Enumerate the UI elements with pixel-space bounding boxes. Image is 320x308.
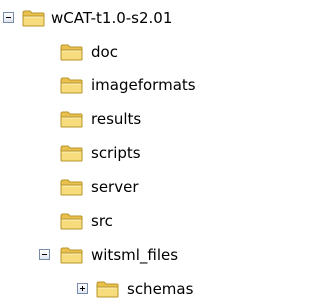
tree-item-label: scripts [91,144,141,162]
tree-item-witsml-files[interactable]: witsml_files [0,243,252,267]
collapse-icon[interactable] [3,12,14,23]
tree-item-label: server [91,178,139,196]
tree-item-src[interactable]: src [0,209,252,233]
collapse-icon[interactable] [39,249,50,260]
folder-icon [60,144,83,162]
tree-item-label: imageformats [91,76,196,94]
folder-icon [60,76,83,94]
tree-item-results[interactable]: results [0,107,252,131]
tree-item-root[interactable]: wCAT-t1.0-s2.01 [0,6,252,30]
folder-icon [60,246,83,264]
folder-icon [60,178,83,196]
tree-item-label: schemas [127,280,194,298]
tree-item-doc[interactable]: doc [0,40,252,64]
folder-icon [22,9,45,27]
expand-icon[interactable] [77,283,88,294]
folder-icon [96,280,119,298]
tree-item-schemas[interactable]: schemas [0,277,252,301]
folder-icon [60,110,83,128]
tree-item-label: results [91,110,142,128]
folder-tree: wCAT-t1.0-s2.01 doc imageformats results… [0,0,252,308]
tree-item-imageformats[interactable]: imageformats [0,73,252,97]
tree-item-label: src [91,212,113,230]
tree-item-label: doc [91,43,118,61]
tree-item-label: wCAT-t1.0-s2.01 [51,9,173,27]
folder-icon [60,43,83,61]
tree-item-server[interactable]: server [0,175,252,199]
tree-item-scripts[interactable]: scripts [0,141,252,165]
folder-icon [60,212,83,230]
tree-item-label: witsml_files [91,246,179,264]
